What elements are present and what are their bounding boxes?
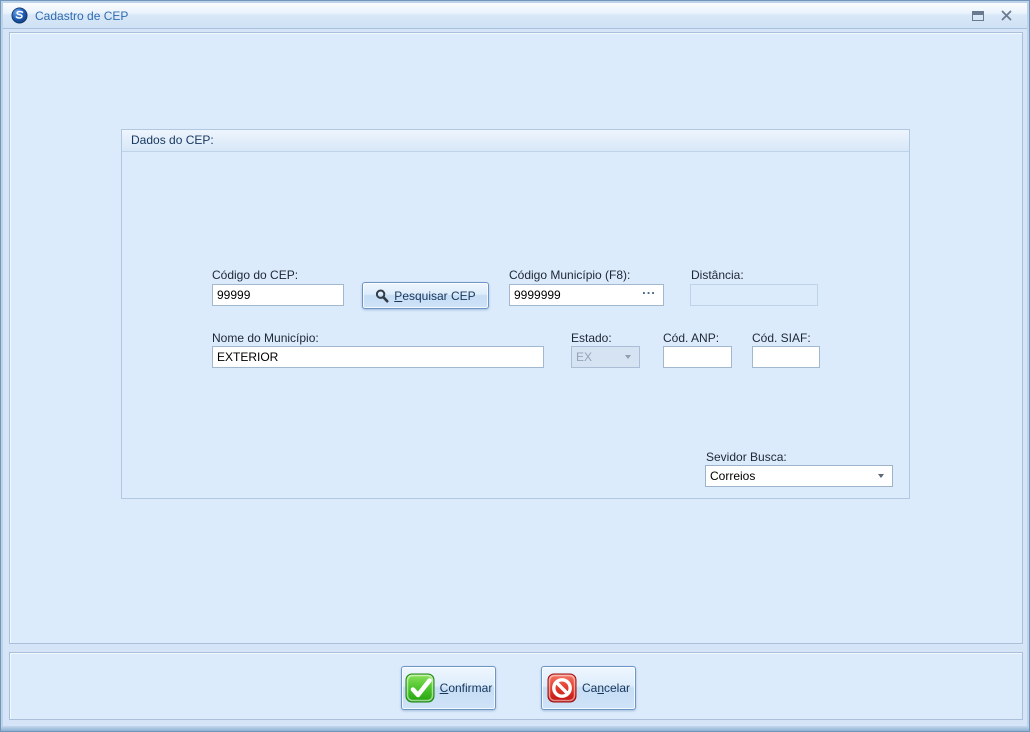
distancia-input [690, 284, 818, 306]
estado-value: EX [576, 350, 592, 364]
red-prohibition-icon [547, 673, 577, 703]
municipio-browse-button[interactable]: ... [637, 286, 661, 302]
cancelar-label: Cancelar [582, 681, 630, 695]
green-check-icon [405, 673, 435, 703]
confirmar-button[interactable]: Confirmar [401, 666, 496, 710]
confirmar-label: Confirmar [440, 681, 493, 695]
groupbox-dados-cep: Dados do CEP: Código do CEP: Pesquisar C… [121, 129, 910, 499]
window-controls [971, 10, 1019, 22]
municipio-nome-label: Nome do Município: [212, 331, 319, 345]
close-icon[interactable] [999, 10, 1013, 22]
footer-panel: Confirmar [9, 652, 1023, 720]
maximize-icon[interactable] [971, 10, 985, 22]
distancia-label: Distância: [691, 268, 744, 282]
municipio-codigo-label: Código Município (F8): [509, 268, 630, 282]
groupbox-title: Dados do CEP: [122, 130, 909, 152]
servidor-busca-combobox[interactable]: Correios [705, 465, 893, 487]
pesquisar-cep-button[interactable]: Pesquisar CEP [362, 282, 489, 309]
servidor-busca-value: Correios [710, 469, 755, 483]
cod-anp-label: Cód. ANP: [663, 331, 719, 345]
cod-siaf-input[interactable] [752, 346, 820, 368]
magnifier-icon [375, 289, 389, 303]
municipio-nome-input[interactable] [212, 346, 544, 368]
cancelar-button[interactable]: Cancelar [541, 666, 636, 710]
cep-input[interactable] [212, 284, 344, 306]
cod-siaf-label: Cód. SIAF: [752, 331, 811, 345]
title-bar: Cadastro de CEP [3, 3, 1027, 29]
estado-combobox: EX [571, 346, 640, 368]
pesquisar-cep-label: Pesquisar CEP [394, 289, 475, 303]
dropdown-arrow-icon [621, 355, 635, 359]
dropdown-arrow-icon [874, 474, 888, 478]
window-bottom-edge [1, 726, 1029, 731]
application-window: Cadastro de CEP Dados do CEP: Código do … [0, 0, 1030, 732]
main-panel: Dados do CEP: Código do CEP: Pesquisar C… [9, 32, 1023, 644]
municipio-codigo-field: ... [509, 284, 664, 306]
app-icon [11, 7, 28, 24]
cod-anp-input[interactable] [663, 346, 732, 368]
estado-label: Estado: [571, 331, 612, 345]
servidor-busca-label: Sevidor Busca: [706, 450, 787, 464]
window-title: Cadastro de CEP [35, 9, 128, 23]
cep-label: Código do CEP: [212, 268, 298, 282]
